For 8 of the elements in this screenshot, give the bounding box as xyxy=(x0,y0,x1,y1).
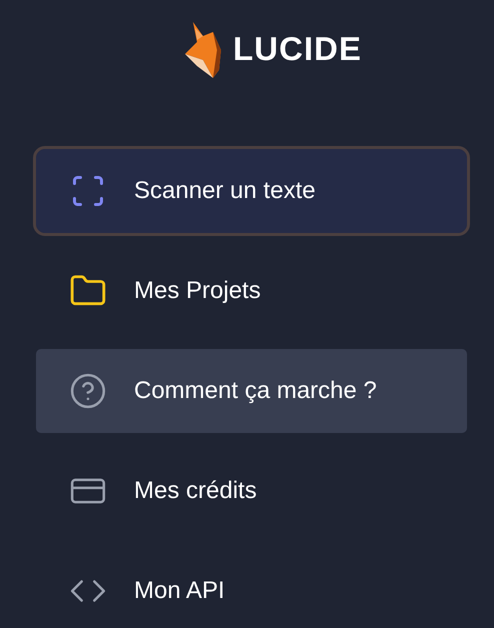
help-icon xyxy=(69,372,107,410)
menu-item[interactable]: Comment ça marche ? xyxy=(33,346,470,436)
menu-item[interactable]: Scanner un texte xyxy=(33,146,470,236)
menu-item[interactable]: Mon API xyxy=(33,546,470,628)
scan-icon xyxy=(70,173,106,209)
logo-text: LUCIDE xyxy=(233,30,362,68)
menu-item[interactable]: Mes crédits xyxy=(33,446,470,536)
menu-item[interactable]: Mes Projets xyxy=(33,246,470,336)
